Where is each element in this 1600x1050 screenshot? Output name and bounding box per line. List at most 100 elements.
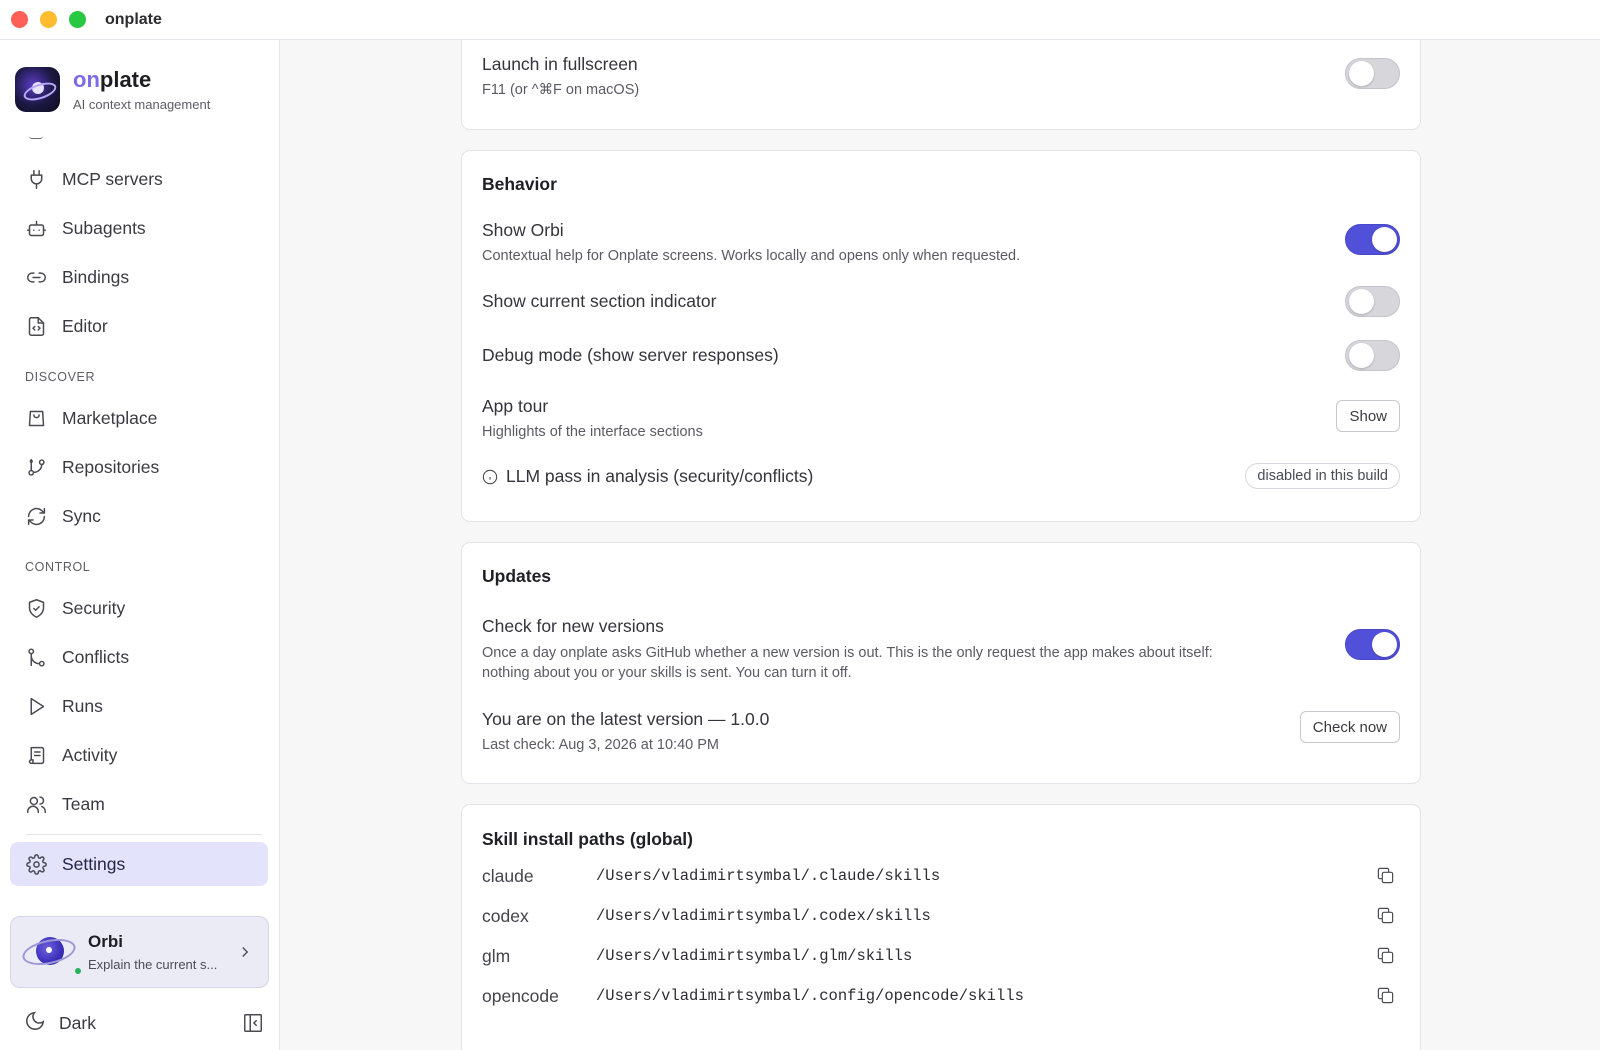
- gear-icon: [25, 853, 47, 875]
- window-title: onplate: [105, 10, 162, 28]
- check-versions-row: Check for new versions Once a day onplat…: [482, 616, 1282, 683]
- sidebar-item-editor[interactable]: Editor: [10, 304, 268, 348]
- brand: onplate AI context management: [15, 67, 210, 112]
- shield-check-icon: [25, 597, 47, 619]
- git-branch-icon: [25, 456, 47, 478]
- section-control: CONTROL: [25, 560, 91, 574]
- fullscreen-row: Launch in fullscreen F11 (or ^⌘F on macO…: [482, 54, 1402, 100]
- path-value: /Users/vladimirtsymbal/.codex/skills: [596, 907, 931, 925]
- llm-pass-title: LLM pass in analysis (security/conflicts…: [506, 466, 814, 486]
- theme-toggle-label[interactable]: Dark: [59, 1013, 96, 1034]
- check-versions-title: Check for new versions: [482, 616, 664, 636]
- copy-icon[interactable]: [1376, 986, 1396, 1006]
- section-discover: DISCOVER: [25, 370, 96, 384]
- section-indicator-title: Show current section indicator: [482, 291, 717, 311]
- chevron-right-icon: [236, 943, 254, 961]
- copy-icon[interactable]: [1376, 866, 1396, 886]
- bot-icon: [25, 217, 47, 239]
- copy-icon[interactable]: [1376, 906, 1396, 926]
- path-value: /Users/vladimirtsymbal/.config/opencode/…: [596, 987, 1024, 1005]
- window-controls: [11, 11, 86, 28]
- sidebar-item-runs[interactable]: Runs: [10, 684, 268, 728]
- copy-icon[interactable]: [1376, 946, 1396, 966]
- brand-subtitle: AI context management: [73, 96, 211, 112]
- zoom-window-button[interactable]: [69, 11, 86, 28]
- version-status: You are on the latest version — 1.0.0: [482, 709, 770, 729]
- updates-card: Updates Check for new versions Once a da…: [461, 542, 1421, 784]
- llm-pass-status-badge: disabled in this build: [1245, 463, 1400, 489]
- skill-paths-title: Skill install paths (global): [482, 829, 693, 849]
- behavior-card: Behavior Show Orbi Contextual help for O…: [461, 150, 1421, 522]
- path-value: /Users/vladimirtsymbal/.glm/skills: [596, 947, 913, 965]
- minimize-window-button[interactable]: [40, 11, 57, 28]
- show-orbi-row: Show Orbi Contextual help for Onplate sc…: [482, 220, 1402, 266]
- path-agent-name: claude: [482, 865, 534, 886]
- sidebar-item-subagents[interactable]: Subagents: [10, 206, 268, 250]
- path-row-opencode: opencode /Users/vladimirtsymbal/.config/…: [482, 981, 1402, 1011]
- close-window-button[interactable]: [11, 11, 28, 28]
- brand-name: onplate: [73, 66, 152, 92]
- behavior-title: Behavior: [482, 174, 557, 194]
- file-code-icon: [25, 315, 47, 337]
- sidebar-item-marketplace[interactable]: Marketplace: [10, 396, 268, 440]
- orbi-subtitle: Explain the current s...: [88, 957, 218, 972]
- settings-main: Launch in fullscreen F11 (or ^⌘F on macO…: [281, 40, 1600, 1050]
- check-versions-toggle[interactable]: [1345, 629, 1400, 660]
- section-indicator-toggle[interactable]: [1345, 286, 1400, 317]
- show-orbi-toggle[interactable]: [1345, 224, 1400, 255]
- orbi-avatar: [20, 930, 81, 974]
- git-merge-icon: [25, 646, 47, 668]
- sidebar-item-security[interactable]: Security: [10, 586, 268, 630]
- sidebar-item-team[interactable]: Team: [10, 782, 268, 826]
- orbi-name: Orbi: [88, 932, 123, 951]
- collapse-sidebar-icon[interactable]: [242, 1012, 264, 1034]
- path-row-codex: codex /Users/vladimirtsymbal/.codex/skil…: [482, 901, 1402, 931]
- fullscreen-toggle[interactable]: [1345, 58, 1400, 89]
- path-agent-name: codex: [482, 905, 529, 926]
- theme-toggle-row: Dark: [24, 1005, 264, 1041]
- online-status-dot: [75, 968, 81, 974]
- shopping-bag-icon: [25, 407, 47, 429]
- sidebar-item-settings[interactable]: Settings: [10, 842, 268, 886]
- path-value: /Users/vladimirtsymbal/.claude/skills: [596, 867, 941, 885]
- onplate-logo-icon: [15, 67, 60, 112]
- debug-mode-toggle[interactable]: [1345, 340, 1400, 371]
- sidebar-item-bindings[interactable]: Bindings: [10, 255, 268, 299]
- version-row: You are on the latest version — 1.0.0 La…: [482, 709, 1402, 755]
- show-orbi-title: Show Orbi: [482, 220, 564, 240]
- skill-paths-card: Skill install paths (global) claude /Use…: [461, 804, 1421, 1050]
- app-tour-row: App tour Highlights of the interface sec…: [482, 396, 1402, 442]
- fullscreen-desc: F11 (or ^⌘F on macOS): [482, 82, 640, 98]
- moon-icon[interactable]: [24, 1010, 46, 1037]
- check-versions-desc-line-2: nothing about you or your skills is sent…: [482, 665, 852, 681]
- check-now-button[interactable]: Check now: [1299, 711, 1400, 743]
- debug-mode-row: Debug mode (show server responses): [482, 345, 1402, 366]
- section-indicator-row: Show current section indicator: [482, 291, 1402, 312]
- sidebar-divider: [26, 834, 262, 835]
- last-check-time: Last check: Aug 3, 2026 at 10:40 PM: [482, 737, 719, 753]
- check-versions-desc-line-1: Once a day onplate asks GitHub whether a…: [482, 645, 1213, 661]
- app-tour-desc: Highlights of the interface sections: [482, 424, 703, 440]
- fullscreen-title: Launch in fullscreen: [482, 54, 638, 74]
- title-bar: onplate: [0, 0, 1600, 40]
- users-icon: [25, 793, 47, 815]
- scroll-icon: [25, 744, 47, 766]
- orbi-assistant-card[interactable]: Orbi Explain the current s...: [10, 916, 269, 988]
- sidebar-item-activity[interactable]: Activity: [10, 733, 268, 777]
- path-row-glm: glm /Users/vladimirtsymbal/.glm/skills: [482, 941, 1402, 971]
- sidebar-item-sync[interactable]: Sync: [10, 494, 268, 538]
- sidebar-item-conflicts[interactable]: Conflicts: [10, 635, 268, 679]
- sidebar-item-repositories[interactable]: Repositories: [10, 445, 268, 489]
- show-orbi-desc: Contextual help for Onplate screens. Wor…: [482, 248, 1021, 264]
- debug-mode-title: Debug mode (show server responses): [482, 345, 779, 365]
- partially-hidden-icon: [29, 136, 43, 139]
- sidebar-item-mcp-servers[interactable]: MCP servers: [10, 157, 268, 201]
- info-icon: [482, 469, 498, 484]
- play-icon: [25, 695, 47, 717]
- link-icon: [25, 266, 47, 288]
- path-agent-name: opencode: [482, 985, 559, 1006]
- refresh-icon: [25, 505, 47, 527]
- app-tour-show-button[interactable]: Show: [1336, 400, 1400, 432]
- sidebar: onplate AI context management MCP server…: [0, 40, 280, 1050]
- updates-title: Updates: [482, 566, 552, 586]
